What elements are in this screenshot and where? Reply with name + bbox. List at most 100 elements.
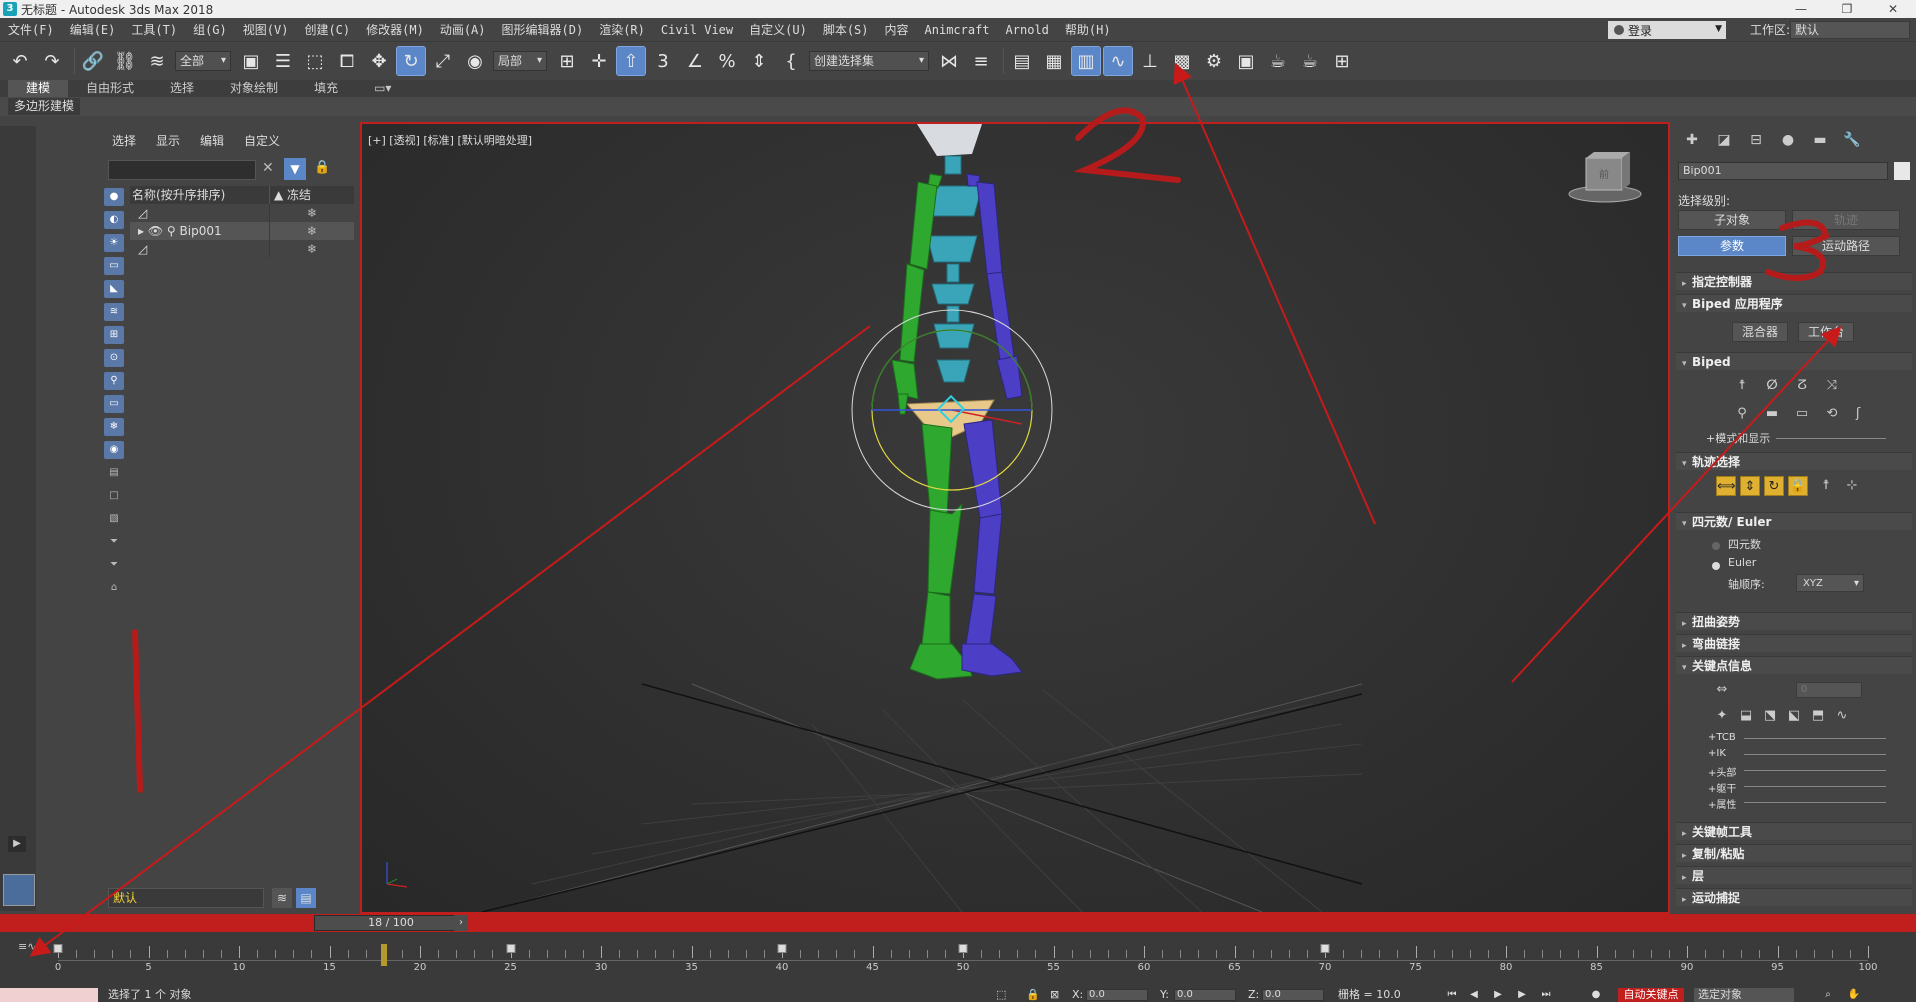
rollout-bend-links[interactable]: ▸ 弯曲链接 [1676, 634, 1912, 652]
animation-key[interactable] [53, 944, 63, 953]
login-dropdown[interactable]: 登录 ▼ [1608, 21, 1726, 39]
menu-file[interactable]: 文件(F) [0, 18, 62, 42]
next-frame-icon[interactable]: ▶ [1514, 988, 1530, 1002]
helper-filter-icon[interactable]: ◣ [104, 280, 124, 298]
keyboard-shortcut-icon[interactable]: ⇧ [616, 46, 646, 76]
axis-order-select[interactable]: XYZ ▾ [1796, 574, 1864, 592]
opposite-icon[interactable]: ⊹ [1842, 476, 1862, 496]
filter-icon[interactable]: ▼ [284, 158, 306, 180]
workbench-button[interactable]: 工作台 [1798, 322, 1854, 342]
close-button[interactable]: ✕ [1870, 0, 1916, 18]
animation-key[interactable] [958, 944, 968, 953]
tab-populate[interactable]: 填充 [296, 80, 356, 97]
display-all-icon[interactable]: ▤ [104, 464, 124, 482]
utilities-panel-icon[interactable]: 🔧 [1838, 132, 1866, 152]
mixer-mode-icon[interactable]: ⤨ [1822, 376, 1842, 396]
snowflake-icon[interactable]: ❄ [270, 240, 354, 258]
key-number-spinner[interactable]: 0 [1796, 682, 1862, 698]
go-to-end-icon[interactable]: ⏭ [1538, 988, 1554, 1002]
light-filter-icon[interactable]: ☀ [104, 234, 124, 252]
delete-key-icon[interactable]: ⬒ [1808, 706, 1828, 726]
geometry-filter-icon[interactable]: ● [104, 188, 124, 206]
tab-freeform[interactable]: 自由形式 [68, 80, 152, 97]
rollout-twist-poses[interactable]: ▸ 扭曲姿势 [1676, 612, 1912, 630]
snaps-toggle-icon[interactable]: 3 [649, 47, 677, 75]
menu-create[interactable]: 创建(C) [296, 18, 358, 42]
frozen-filter-icon[interactable]: ❄ [104, 418, 124, 436]
lock-icon[interactable]: 🔒 [314, 160, 330, 175]
pivot-center-icon[interactable]: ⊞ [553, 47, 581, 75]
x-coordinate-field[interactable]: 0.0 [1086, 989, 1148, 1001]
spinner-snap-icon[interactable]: ⇕ [745, 47, 773, 75]
bone-filter-icon[interactable]: ⚲ [104, 372, 124, 390]
invert-display-icon[interactable]: ▧ [104, 510, 124, 528]
se-menu-select[interactable]: 选择 [112, 132, 136, 149]
menu-animcraft[interactable]: Animcraft [917, 18, 998, 42]
menu-modifiers[interactable]: 修改器(M) [358, 18, 432, 42]
group-filter-icon[interactable]: ⊞ [104, 326, 124, 344]
display-none-icon[interactable]: □ [104, 487, 124, 505]
load-file-icon[interactable]: ▬ [1762, 404, 1782, 424]
expand-arrow-icon[interactable]: ▸ [138, 224, 148, 238]
bind-space-warp-icon[interactable]: ≋ [143, 47, 171, 75]
animation-key[interactable] [777, 944, 787, 953]
redo-icon[interactable]: ↷ [38, 47, 66, 75]
camera-filter-icon[interactable]: ▭ [104, 257, 124, 275]
viewcube[interactable]: 前 [1568, 152, 1642, 203]
schematic-view-icon[interactable]: ⊥ [1136, 47, 1164, 75]
animation-key[interactable] [1320, 944, 1330, 953]
create-panel-icon[interactable]: ✚ [1678, 132, 1706, 152]
rollout-assign-controller[interactable]: ▸ 指定控制器 [1676, 272, 1912, 290]
key-sub-tcb[interactable]: +TCB [1708, 732, 1736, 743]
menu-civil-view[interactable]: Civil View [653, 18, 741, 42]
render-iterative-icon[interactable]: ☕ [1296, 47, 1324, 75]
selection-filter-select[interactable]: 全部 [175, 51, 231, 71]
maxscript-listener[interactable] [0, 988, 98, 1002]
selection-lock-icon[interactable]: 🔒 [1026, 988, 1040, 1002]
rollout-keyframe-tools[interactable]: ▸ 关键帧工具 [1676, 822, 1912, 840]
window-crossing-icon[interactable]: ⧠ [333, 47, 361, 75]
modify-panel-icon[interactable]: ◪ [1710, 132, 1738, 152]
set-sliding-key-icon[interactable]: ⬔ [1760, 706, 1780, 726]
placement-icon[interactable]: ◉ [461, 47, 489, 75]
filter-funnel-2-icon[interactable]: ⏷ [104, 556, 124, 574]
sub-object-button[interactable]: 子对象 [1678, 210, 1786, 230]
menu-graph-editors[interactable]: 图形编辑器(D) [494, 18, 592, 42]
tab-selection[interactable]: 选择 [152, 80, 212, 97]
parameters-button[interactable]: 参数 [1678, 236, 1786, 256]
expand-layouts-icon[interactable]: ▶ [8, 836, 26, 852]
select-by-name-icon[interactable]: ☰ [269, 47, 297, 75]
time-slider[interactable]: 18 / 100 [314, 915, 468, 931]
tab-object-paint[interactable]: 对象绘制 [212, 80, 296, 97]
ref-coord-select[interactable]: 局部 [493, 51, 547, 71]
render-gallery-icon[interactable]: ⊞ [1328, 47, 1356, 75]
rollout-copy-paste[interactable]: ▸ 复制/粘贴 [1676, 844, 1912, 862]
search-input[interactable] [108, 160, 256, 180]
hidden-filter-icon[interactable]: ◉ [104, 441, 124, 459]
save-file-icon[interactable]: ▭ [1792, 404, 1812, 424]
y-coordinate-field[interactable]: 0.0 [1174, 989, 1236, 1001]
rollout-biped[interactable]: ▾ Biped [1676, 352, 1912, 370]
layer-manager-icon[interactable]: ▤ [1008, 47, 1036, 75]
scene-explorer-toggle-icon[interactable]: ▦ [1040, 47, 1068, 75]
polygon-modeling-label[interactable]: 多边形建模 [8, 98, 81, 115]
tree-row[interactable]: ◿ ❄ [130, 204, 354, 222]
motion-panel-icon[interactable]: ● [1774, 132, 1802, 152]
absolute-mode-icon[interactable]: ⊠ [1050, 988, 1059, 1002]
angle-snap-icon[interactable]: ∠ [681, 47, 709, 75]
next-frame-arrow-icon[interactable]: › [454, 915, 468, 931]
maximize-button[interactable]: ❐ [1824, 0, 1870, 18]
material-editor-icon[interactable]: ▩ [1168, 47, 1196, 75]
se-menu-edit[interactable]: 编辑 [200, 132, 224, 149]
rollout-track-selection[interactable]: ▾ 轨迹选择 [1676, 452, 1912, 470]
edit-named-sets-icon[interactable]: { [777, 47, 805, 75]
sort-layers-icon[interactable]: ▤ [296, 888, 316, 908]
layer-select[interactable]: 默认 [108, 888, 264, 908]
mirror-icon[interactable]: ⋈ [935, 47, 963, 75]
key-sub-body[interactable]: +躯干 [1708, 780, 1736, 795]
mixer-button[interactable]: 混合器 [1732, 322, 1788, 342]
go-to-start-icon[interactable]: ⏮ [1444, 988, 1460, 1002]
se-menu-display[interactable]: 显示 [156, 132, 180, 149]
select-manipulate-icon[interactable]: ✛ [585, 47, 613, 75]
select-object-icon[interactable]: ▣ [237, 47, 265, 75]
